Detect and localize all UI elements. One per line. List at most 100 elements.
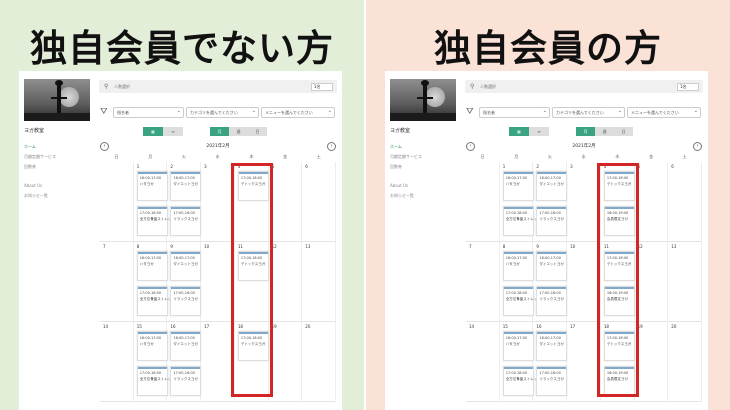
calendar-day-cell[interactable] [100,162,134,242]
calendar-view-icon[interactable]: ▦ [143,127,163,136]
event-card[interactable]: 16:00-17:00 ハタヨガ [502,251,534,281]
people-search-bar[interactable]: ⚲ 人数選択 1名 [465,80,703,93]
next-month-button[interactable]: › [327,142,336,151]
view-toggle[interactable]: ▦ ≡ [143,127,183,136]
calendar-day-cell[interactable]: 10 [201,242,235,322]
calendar-day-cell[interactable]: 13 [302,242,336,322]
calendar-day-cell[interactable]: 17 [567,322,601,402]
event-card[interactable]: 16:00-17:00 ハタヨガ [136,251,168,281]
nav-about[interactable]: About Us [24,183,42,188]
event-card[interactable]: 16:00-17:00 ダイエットヨガ [536,171,568,201]
calendar-day-cell[interactable] [466,162,500,242]
event-card[interactable]: 17:00-18:00 リラックスヨガ [170,366,202,396]
nav-coupon[interactable]: 回数券 [24,164,36,170]
people-select[interactable]: 1名 [311,83,333,91]
event-card[interactable]: 17:00-18:00 全方位骨盤ストレッチ [136,206,175,236]
event-card[interactable]: 17:00-18:00 リラックスヨガ [536,286,568,316]
event-card[interactable]: 16:00-17:00 ダイエットヨガ [536,331,568,361]
nav-home[interactable]: ホーム [24,144,36,150]
calendar-day-cell[interactable]: 15 16:00-17:00 ハタヨガ 17:00-18:00 全方位骨盤ストレッチ [499,322,541,402]
list-view-icon[interactable]: ≡ [163,127,183,136]
nav-about[interactable]: About Us [390,183,408,188]
list-view-icon[interactable]: ≡ [529,127,549,136]
calendar-day-cell[interactable]: 5 [268,162,303,242]
calendar-day-cell[interactable]: 8 16:00-17:00 ハタヨガ 17:00-18:00 全方位骨盤ストレッチ [133,242,175,322]
event-card[interactable]: 16:00-17:00 ダイエットヨガ [170,331,202,361]
calendar-day-cell[interactable]: 17 [201,322,235,402]
calendar-day-cell[interactable]: 8 16:00-17:00 ハタヨガ 17:00-18:00 全方位骨盤ストレッチ [499,242,541,322]
week-tab[interactable]: 週 [595,127,614,136]
month-tab[interactable]: 月 [576,127,595,136]
calendar-day-cell[interactable]: 3 [567,162,601,242]
event-card[interactable]: 16:00-17:00 ハタヨガ [136,171,168,201]
event-card[interactable]: 17:00-18:00 全方位骨盤ストレッチ [136,366,175,396]
event-card[interactable]: 17:00-18:00 全方位骨盤ストレッチ [502,206,541,236]
range-toggle[interactable]: 月 週 日 [210,127,267,136]
calendar-day-cell[interactable]: 9 16:00-17:00 ダイエットヨガ 17:00-18:00 リラックスヨガ [167,242,202,322]
category-select[interactable]: カテゴリを選んでください [552,107,625,118]
nav-home[interactable]: ホーム [390,144,402,150]
event-card[interactable]: 16:00-17:00 ダイエットヨガ [170,251,202,281]
calendar-day-cell[interactable]: 16 16:00-17:00 ダイエットヨガ 17:00-18:00 リラックスヨガ [167,322,202,402]
next-month-button[interactable]: › [693,142,702,151]
calendar-day-cell[interactable]: 7 [100,242,134,322]
event-card[interactable]: 17:00-18:00 全方位骨盤ストレッチ [502,366,541,396]
week-tab[interactable]: 週 [229,127,248,136]
calendar-day-cell[interactable]: 1 16:00-17:00 ハタヨガ 17:00-18:00 全方位骨盤ストレッチ [499,162,541,242]
calendar-grid: 1 16:00-17:00 ハタヨガ 17:00-18:00 全方位骨盤ストレッチ 2 16… [100,162,336,410]
event-card[interactable]: 16:00-17:00 ハタヨガ [136,331,168,361]
calendar-day-cell[interactable]: 7 [466,242,500,322]
menu-select[interactable]: メニューを選んでください [627,107,701,118]
calendar-day-cell[interactable]: 12 [634,242,669,322]
calendar-day-cell[interactable]: 10 [567,242,601,322]
calendar-day-cell[interactable]: 20 [302,322,336,402]
calendar-day-cell[interactable]: 14 [466,322,500,402]
category-select[interactable]: カテゴリを選んでください [186,107,259,118]
calendar-day-cell[interactable]: 9 16:00-17:00 ダイエットヨガ 17:00-18:00 リラックスヨガ [533,242,568,322]
event-card[interactable]: 17:00-18:00 リラックスヨガ [170,206,202,236]
event-card[interactable]: 16:00-17:00 ハタヨガ [502,171,534,201]
calendar-day-cell[interactable]: 6 [302,162,336,242]
calendar-day-cell[interactable]: 2 16:00-17:00 ダイエットヨガ 17:00-18:00 リラックスヨガ [533,162,568,242]
instructor-select[interactable]: 指名者 [113,107,184,118]
calendar-day-cell[interactable]: 19 [634,322,669,402]
event-card[interactable]: 17:00-18:00 リラックスヨガ [536,206,568,236]
calendar-day-cell[interactable]: 6 [668,162,702,242]
calendar-day-cell[interactable]: 15 16:00-17:00 ハタヨガ 17:00-18:00 全方位骨盤ストレッチ [133,322,175,402]
nav-coupon[interactable]: 回数券 [390,164,402,170]
calendar-day-cell[interactable]: 1 16:00-17:00 ハタヨガ 17:00-18:00 全方位骨盤ストレッチ [133,162,175,242]
day-tab[interactable]: 日 [614,127,633,136]
calendar-view-icon[interactable]: ▦ [509,127,529,136]
event-name: リラックスヨガ [539,377,564,381]
calendar-day-cell[interactable]: 3 [201,162,235,242]
calendar-day-cell[interactable]: 20 [668,322,702,402]
instructor-select[interactable]: 指名者 [479,107,550,118]
event-card[interactable]: 17:00-18:00 全方位骨盤ストレッチ [502,286,541,316]
event-card[interactable]: 17:00-18:00 リラックスヨガ [536,366,568,396]
calendar-day-cell[interactable]: 2 16:00-17:00 ダイエットヨガ 17:00-18:00 リラックスヨガ [167,162,202,242]
month-tab[interactable]: 月 [210,127,229,136]
event-card[interactable]: 16:00-17:00 ハタヨガ [502,331,534,361]
view-toggle[interactable]: ▦ ≡ [509,127,549,136]
event-color-bar [171,367,201,369]
event-card[interactable]: 17:00-18:00 全方位骨盤ストレッチ [136,286,175,316]
people-select[interactable]: 1名 [677,83,699,91]
event-card[interactable]: 16:00-17:00 ダイエットヨガ [170,171,202,201]
calendar-day-cell[interactable]: 14 [100,322,134,402]
event-card[interactable]: 16:00-17:00 ダイエットヨガ [536,251,568,281]
people-search-bar[interactable]: ⚲ 人数選択 1名 [99,80,337,93]
menu-select[interactable]: メニューを選んでください [261,107,335,118]
nav-news[interactable]: お知らせ一覧 [390,193,414,199]
day-tab[interactable]: 日 [248,127,267,136]
range-toggle[interactable]: 月 週 日 [576,127,633,136]
event-card[interactable]: 17:00-18:00 リラックスヨガ [170,286,202,316]
event-time: 16:00-17:00 [539,176,561,180]
nav-news[interactable]: お知らせ一覧 [24,193,48,199]
calendar-day-cell[interactable]: 5 [634,162,669,242]
calendar-day-cell[interactable]: 12 [268,242,303,322]
calendar-day-cell[interactable]: 19 [268,322,303,402]
calendar-day-cell[interactable]: 13 [668,242,702,322]
nav-monthly-service[interactable]: 月額定額サービス [24,154,56,160]
nav-monthly-service[interactable]: 月額定額サービス [390,154,422,160]
calendar-day-cell[interactable]: 16 16:00-17:00 ダイエットヨガ 17:00-18:00 リラックスヨガ [533,322,568,402]
